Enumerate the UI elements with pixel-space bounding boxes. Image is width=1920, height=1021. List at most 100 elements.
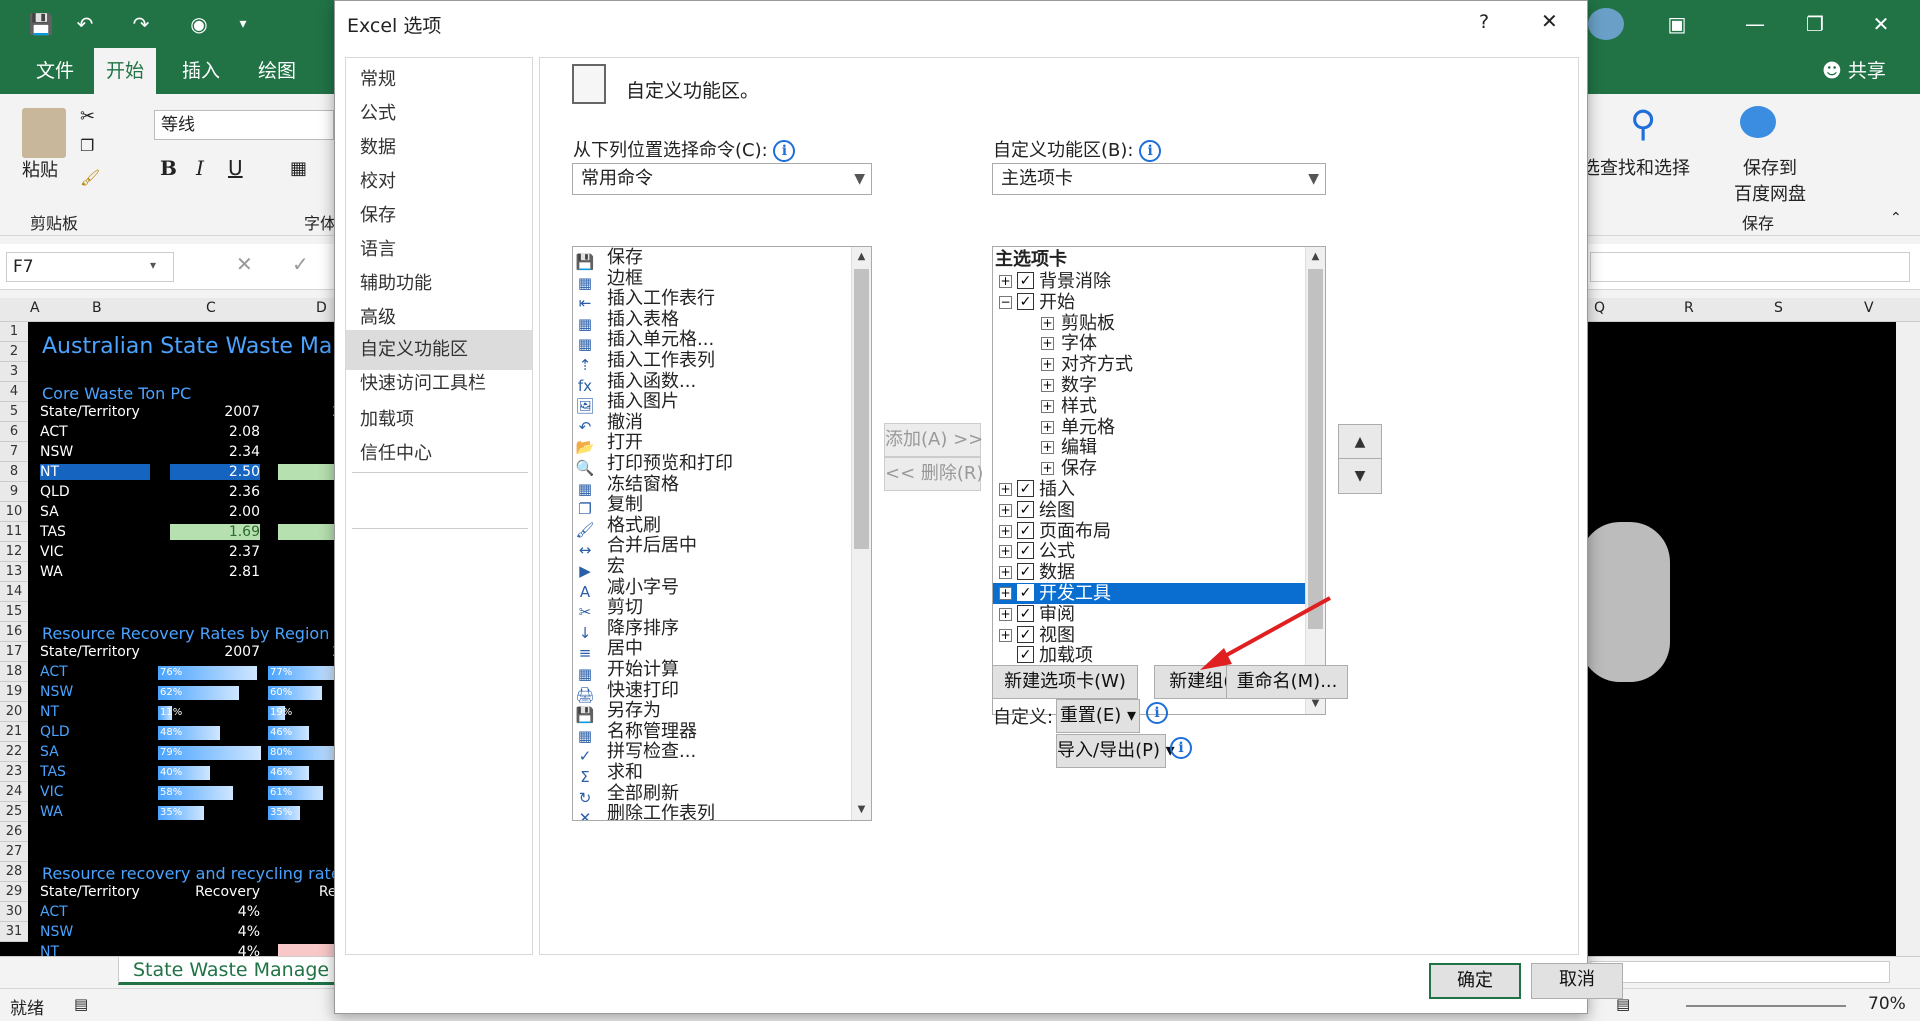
- command-item[interactable]: ▦边框|▶: [573, 268, 871, 292]
- italic-icon[interactable]: I: [196, 156, 204, 180]
- font-name-combo[interactable]: 等线: [154, 110, 334, 140]
- col-header-s[interactable]: S: [1774, 300, 1783, 316]
- tree-item[interactable]: + 对齐方式: [993, 354, 1305, 375]
- row-number[interactable]: 10: [0, 502, 28, 522]
- remove-button[interactable]: << 删除(R): [884, 457, 983, 491]
- command-item[interactable]: ❐ 复制: [573, 495, 871, 519]
- expand-icon[interactable]: +: [1041, 462, 1054, 476]
- row-number[interactable]: 6: [0, 422, 28, 442]
- command-item[interactable]: ▦冻结窗格▶: [573, 474, 871, 498]
- tree-item[interactable]: + ✓ 背景消除: [993, 271, 1305, 292]
- vertical-scrollbar[interactable]: [1896, 322, 1920, 956]
- command-item[interactable]: ↔ 合并后居中: [573, 536, 871, 560]
- sheet-cell[interactable]: TAS: [40, 524, 66, 540]
- search-icon[interactable]: ⚲: [1630, 104, 1656, 145]
- expand-icon[interactable]: −: [999, 295, 1012, 309]
- tree-item[interactable]: − ✓ 开始: [993, 292, 1305, 313]
- checkbox[interactable]: ✓: [1017, 272, 1034, 289]
- command-item[interactable]: ↻ 全部刷新: [573, 783, 871, 807]
- find-select-label[interactable]: 查找和选择: [1600, 154, 1690, 180]
- info-icon[interactable]: i: [1139, 140, 1162, 162]
- sheet-tab[interactable]: State Waste Manage: [118, 957, 338, 985]
- sheet-cell[interactable]: 2007: [170, 404, 260, 420]
- col-header-q[interactable]: Q: [1594, 300, 1605, 316]
- expand-icon[interactable]: +: [999, 566, 1012, 580]
- sheet-cell[interactable]: 2.81: [170, 564, 260, 580]
- expand-icon[interactable]: +: [999, 503, 1012, 517]
- sheet-cell[interactable]: 2.34: [170, 444, 260, 460]
- command-item[interactable]: 🖨 快速打印: [573, 680, 871, 704]
- formula-input[interactable]: [1590, 252, 1910, 282]
- sheet-cell[interactable]: VIC: [40, 544, 63, 560]
- tree-item[interactable]: + 字体: [993, 333, 1305, 354]
- minimize-icon[interactable]: —: [1740, 10, 1770, 38]
- add-button[interactable]: 添加(A) >>: [884, 423, 983, 457]
- scroll-thumb[interactable]: [854, 269, 869, 549]
- info-icon[interactable]: i: [1170, 737, 1192, 759]
- move-up-button[interactable]: ▲: [1338, 424, 1382, 460]
- tree-item[interactable]: + ✓ 页面布局: [993, 521, 1305, 542]
- command-item[interactable]: 🖌 格式刷: [573, 515, 871, 539]
- row-number[interactable]: 5: [0, 402, 28, 422]
- cut-icon[interactable]: ✂: [80, 106, 95, 127]
- sheet-cell[interactable]: ACT: [40, 424, 68, 440]
- col-header-b[interactable]: B: [92, 300, 102, 316]
- sheet-cell[interactable]: 2.08: [170, 424, 260, 440]
- tab-file[interactable]: 文件: [24, 48, 86, 94]
- help-button[interactable]: ?: [1479, 11, 1489, 33]
- info-icon[interactable]: i: [1146, 702, 1168, 724]
- row-number[interactable]: 24: [0, 782, 28, 802]
- window-close-icon[interactable]: ✕: [1866, 10, 1896, 38]
- tree-item[interactable]: + 剪贴板: [993, 313, 1305, 334]
- expand-icon[interactable]: +: [1041, 337, 1054, 351]
- command-item[interactable]: ▦ 开始计算: [573, 660, 871, 684]
- expand-icon[interactable]: +: [999, 275, 1012, 288]
- row-number[interactable]: 11: [0, 522, 28, 542]
- expand-icon[interactable]: +: [999, 483, 1012, 496]
- move-down-button[interactable]: ▼: [1338, 458, 1382, 494]
- sheet-cell[interactable]: Recovery: [170, 884, 260, 900]
- format-painter-icon[interactable]: 🖌: [80, 168, 100, 187]
- expand-icon[interactable]: +: [999, 628, 1012, 642]
- row-number[interactable]: 25: [0, 802, 28, 822]
- row-number[interactable]: 30: [0, 902, 28, 922]
- undo-icon[interactable]: ↶: [70, 10, 100, 38]
- sheet-cell[interactable]: NSW: [40, 684, 73, 700]
- col-header-r[interactable]: R: [1684, 300, 1694, 316]
- confirm-entry-icon[interactable]: ✓: [292, 252, 309, 276]
- sheet-cell[interactable]: QLD: [40, 484, 70, 500]
- expand-icon[interactable]: +: [999, 587, 1012, 600]
- underline-icon[interactable]: U: [228, 156, 243, 180]
- command-item[interactable]: 💾 保存: [573, 248, 871, 272]
- baidu-save-label[interactable]: 保存到 百度网盘: [1734, 154, 1806, 206]
- sheet-cell[interactable]: State/Territory: [40, 404, 140, 420]
- sheet-cell[interactable]: ACT: [40, 664, 68, 680]
- command-item[interactable]: ↓ 降序排序: [573, 618, 871, 642]
- row-number[interactable]: 31: [0, 922, 28, 942]
- paste-label[interactable]: 粘贴: [22, 156, 58, 182]
- sheet-cell[interactable]: VIC: [40, 784, 63, 800]
- tree-item[interactable]: + 单元格: [993, 417, 1305, 438]
- import-export-button[interactable]: 导入/导出(P) ▾: [1056, 734, 1175, 768]
- col-header-v[interactable]: V: [1864, 300, 1874, 316]
- row-number[interactable]: 15: [0, 602, 28, 622]
- command-item[interactable]: ▦ 插入表格: [573, 309, 871, 333]
- tree-item[interactable]: + 样式: [993, 396, 1305, 417]
- save-icon[interactable]: 💾: [26, 10, 56, 38]
- sheet-cell[interactable]: WA: [40, 804, 63, 820]
- expand-icon[interactable]: +: [1041, 399, 1054, 413]
- command-item[interactable]: ▦ 插入单元格...: [573, 330, 871, 354]
- tab-draw[interactable]: 绘图: [246, 48, 308, 94]
- sheet-cell[interactable]: 2.50: [170, 464, 260, 480]
- command-item[interactable]: 💾 另存为: [573, 701, 871, 725]
- sheet-cell[interactable]: NSW: [40, 444, 73, 460]
- sheet-cell[interactable]: 2.37: [170, 544, 260, 560]
- checkbox[interactable]: ✓: [1017, 625, 1034, 643]
- baidu-cloud-icon[interactable]: [1740, 106, 1776, 138]
- new-tab-button[interactable]: 新建选项卡(W): [992, 665, 1138, 699]
- name-box-dropdown-icon[interactable]: ▾: [150, 258, 156, 272]
- checkbox[interactable]: ✓: [1017, 584, 1034, 601]
- sheet-cell[interactable]: QLD: [40, 724, 70, 740]
- camera-icon[interactable]: ◉: [184, 10, 214, 38]
- zoom-slider[interactable]: [1686, 1005, 1846, 1007]
